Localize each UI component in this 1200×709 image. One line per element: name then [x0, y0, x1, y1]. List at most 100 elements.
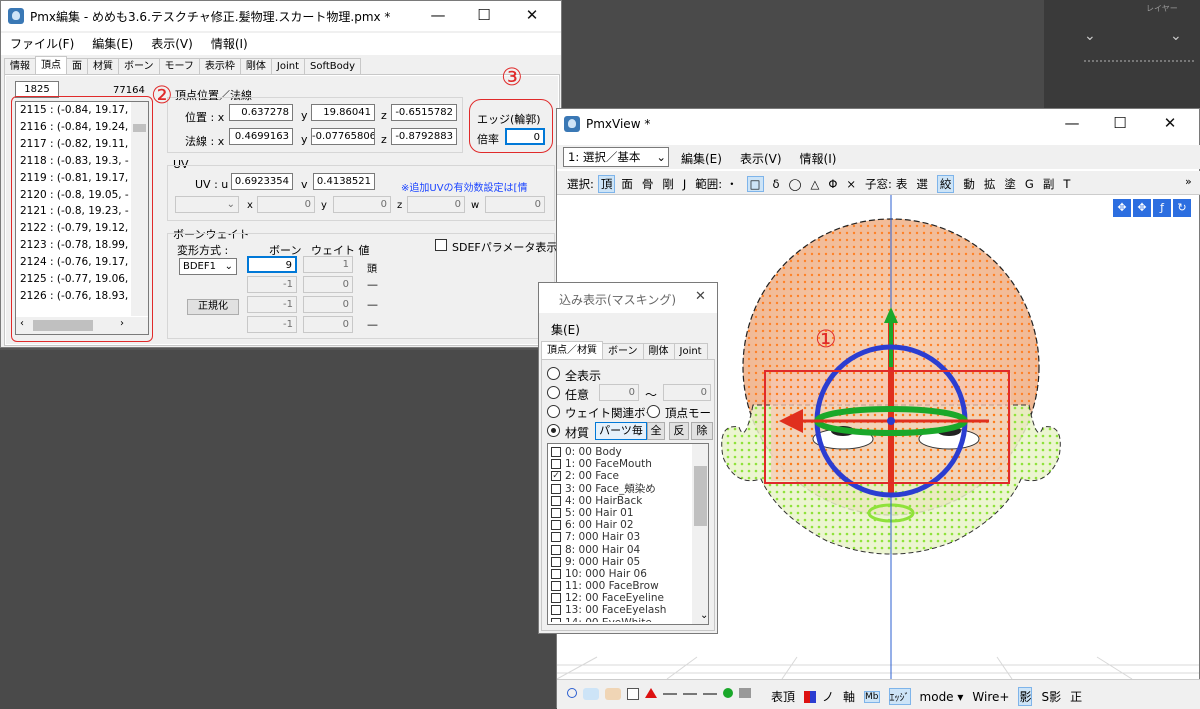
material-checkbox[interactable] — [551, 568, 561, 579]
tool-bone[interactable]: 骨 — [642, 176, 654, 192]
material-checkbox[interactable] — [551, 507, 561, 518]
tool-g[interactable]: G — [1025, 177, 1034, 191]
line-icon[interactable] — [663, 693, 677, 695]
line-icon[interactable] — [703, 693, 717, 695]
radio-weight-bone[interactable] — [547, 405, 560, 418]
material-checkbox[interactable] — [551, 483, 561, 494]
minimize-button[interactable]: — — [415, 1, 461, 31]
layer-tools-icon[interactable] — [1084, 60, 1194, 72]
material-color-icon[interactable] — [804, 690, 817, 703]
view-menu-display[interactable]: 表示(V) — [740, 150, 782, 167]
normal-z-input[interactable]: -0.8792883 — [391, 128, 457, 145]
tab-joint[interactable]: Joint — [270, 58, 306, 74]
normal-y-input[interactable]: -0.07765806 — [311, 128, 375, 145]
radio-icon[interactable] — [567, 688, 577, 698]
material-row[interactable]: 12: 00 FaceEyeline — [549, 592, 691, 604]
tab-vertex[interactable]: 頂点 — [35, 56, 67, 74]
tool-range-delta[interactable]: δ — [773, 177, 780, 191]
tab-display-frame[interactable]: 表示枠 — [198, 58, 241, 74]
chevron-down-icon[interactable]: ⌄ — [1170, 28, 1182, 44]
btn-normal[interactable]: ノ — [822, 688, 834, 705]
btn-shadow[interactable]: 影 — [1018, 687, 1033, 706]
material-row[interactable]: 11: 000 FaceBrow — [549, 580, 691, 592]
material-row[interactable]: 3: 00 Face_頬染め — [549, 483, 691, 495]
material-checkbox[interactable] — [551, 544, 561, 555]
material-checkbox[interactable] — [551, 459, 561, 470]
line-icon[interactable] — [683, 693, 697, 695]
maximize-button[interactable]: ☐ — [1097, 109, 1143, 139]
masking-menu-edit[interactable]: 集(E) — [551, 321, 580, 338]
menu-file[interactable]: ファイル(F) — [1, 33, 83, 55]
radio-vertex-morph[interactable] — [647, 405, 660, 418]
menu-info[interactable]: 情報(I) — [202, 33, 257, 55]
joint-icon[interactable] — [739, 688, 751, 698]
tool-rigid[interactable]: 剛 — [662, 176, 674, 192]
material-checkbox[interactable] — [551, 447, 561, 457]
tab-morph[interactable]: モーフ — [158, 58, 200, 74]
btn-axis[interactable]: 軸 — [843, 688, 855, 705]
tool-joint[interactable]: J — [683, 177, 686, 191]
parts-button[interactable]: パーツ毎 — [595, 422, 647, 440]
tool-scale[interactable]: 拡 — [984, 176, 996, 192]
tool-table[interactable]: 表 — [896, 176, 908, 192]
tab-bone[interactable]: ボーン — [602, 343, 644, 359]
material-checkbox[interactable] — [551, 495, 561, 506]
tool-filter[interactable]: 絞 — [936, 175, 955, 193]
pos-z-input[interactable]: -0.6515782 — [391, 104, 457, 121]
mode-select[interactable]: 1: 選択／基本 ⌄ — [563, 147, 669, 167]
tool-sub[interactable]: 副 — [1043, 176, 1055, 192]
material-list-scrollbar[interactable]: ⌄ — [692, 444, 708, 624]
uv-v-input[interactable]: 0.4138521 — [313, 173, 375, 190]
btn-wire[interactable]: Wire+ — [972, 690, 1009, 704]
radio-show-all[interactable] — [547, 367, 560, 380]
sdef-checkbox[interactable] — [435, 239, 447, 251]
view-menu-info[interactable]: 情報(I) — [800, 150, 837, 167]
material-row[interactable]: 4: 00 HairBack — [549, 495, 691, 507]
triangle-icon[interactable] — [645, 688, 657, 698]
normal-x-input[interactable]: 0.4699163 — [229, 128, 293, 145]
material-row[interactable]: 7: 000 Hair 03 — [549, 531, 691, 543]
material-checkbox[interactable] — [551, 520, 561, 531]
tab-joint[interactable]: Joint — [673, 343, 708, 359]
tab-vertex-material[interactable]: 頂点／材質 — [541, 341, 603, 359]
close-button[interactable]: ✕ — [695, 289, 706, 304]
chevron-down-icon[interactable]: ⌄ — [1084, 28, 1096, 44]
invert-button[interactable]: 反 — [669, 422, 689, 440]
btn-show-vertex[interactable]: 表頂 — [771, 688, 795, 705]
close-button[interactable]: ✕ — [509, 1, 555, 31]
mode-dropdown[interactable]: mode ▾ — [920, 690, 964, 704]
dot-icon[interactable] — [583, 688, 599, 700]
remove-button[interactable]: 除 — [691, 422, 713, 440]
tab-face[interactable]: 面 — [66, 58, 88, 74]
uv-u-input[interactable]: 0.6923354 — [231, 173, 293, 190]
normalize-button[interactable]: 正規化 — [187, 299, 239, 315]
tool-range-triangle[interactable]: △ — [810, 177, 819, 191]
close-button[interactable]: ✕ — [1147, 109, 1193, 139]
method-select[interactable]: BDEF1 ⌄ — [179, 258, 237, 275]
bone-icon[interactable] — [723, 688, 733, 698]
material-row[interactable]: 13: 00 FaceEyelash — [549, 604, 691, 616]
toolbar-overflow-icon[interactable]: » — [1185, 175, 1192, 188]
material-row[interactable]: 8: 000 Hair 04 — [549, 544, 691, 556]
tab-material[interactable]: 材質 — [87, 58, 119, 74]
material-row[interactable]: 6: 00 Hair 02 — [549, 519, 691, 531]
material-checkbox[interactable] — [551, 605, 561, 616]
dot-icon[interactable] — [605, 688, 621, 700]
tool-move[interactable]: 動 — [963, 176, 975, 192]
material-row[interactable]: 1: 00 FaceMouth — [549, 458, 691, 470]
menu-edit[interactable]: 編集(E) — [83, 33, 142, 55]
tab-rigid[interactable]: 剛体 — [239, 58, 272, 74]
tool-range-point[interactable]: ・ — [726, 176, 738, 192]
material-row[interactable]: 9: 000 Hair 05 — [549, 556, 691, 568]
material-checkbox[interactable] — [551, 556, 561, 567]
tool-range-cross[interactable]: × — [846, 177, 856, 191]
tool-range-rect[interactable]: □ — [746, 176, 764, 192]
display-icons[interactable] — [567, 688, 751, 700]
material-checkbox[interactable] — [551, 617, 561, 622]
menu-view[interactable]: 表示(V) — [142, 33, 202, 55]
tab-rigid[interactable]: 剛体 — [642, 343, 675, 359]
radio-any[interactable] — [547, 386, 560, 399]
minimize-button[interactable]: — — [1049, 109, 1095, 139]
tool-face[interactable]: 面 — [621, 176, 633, 192]
tool-range-phi[interactable]: Φ — [828, 177, 837, 191]
